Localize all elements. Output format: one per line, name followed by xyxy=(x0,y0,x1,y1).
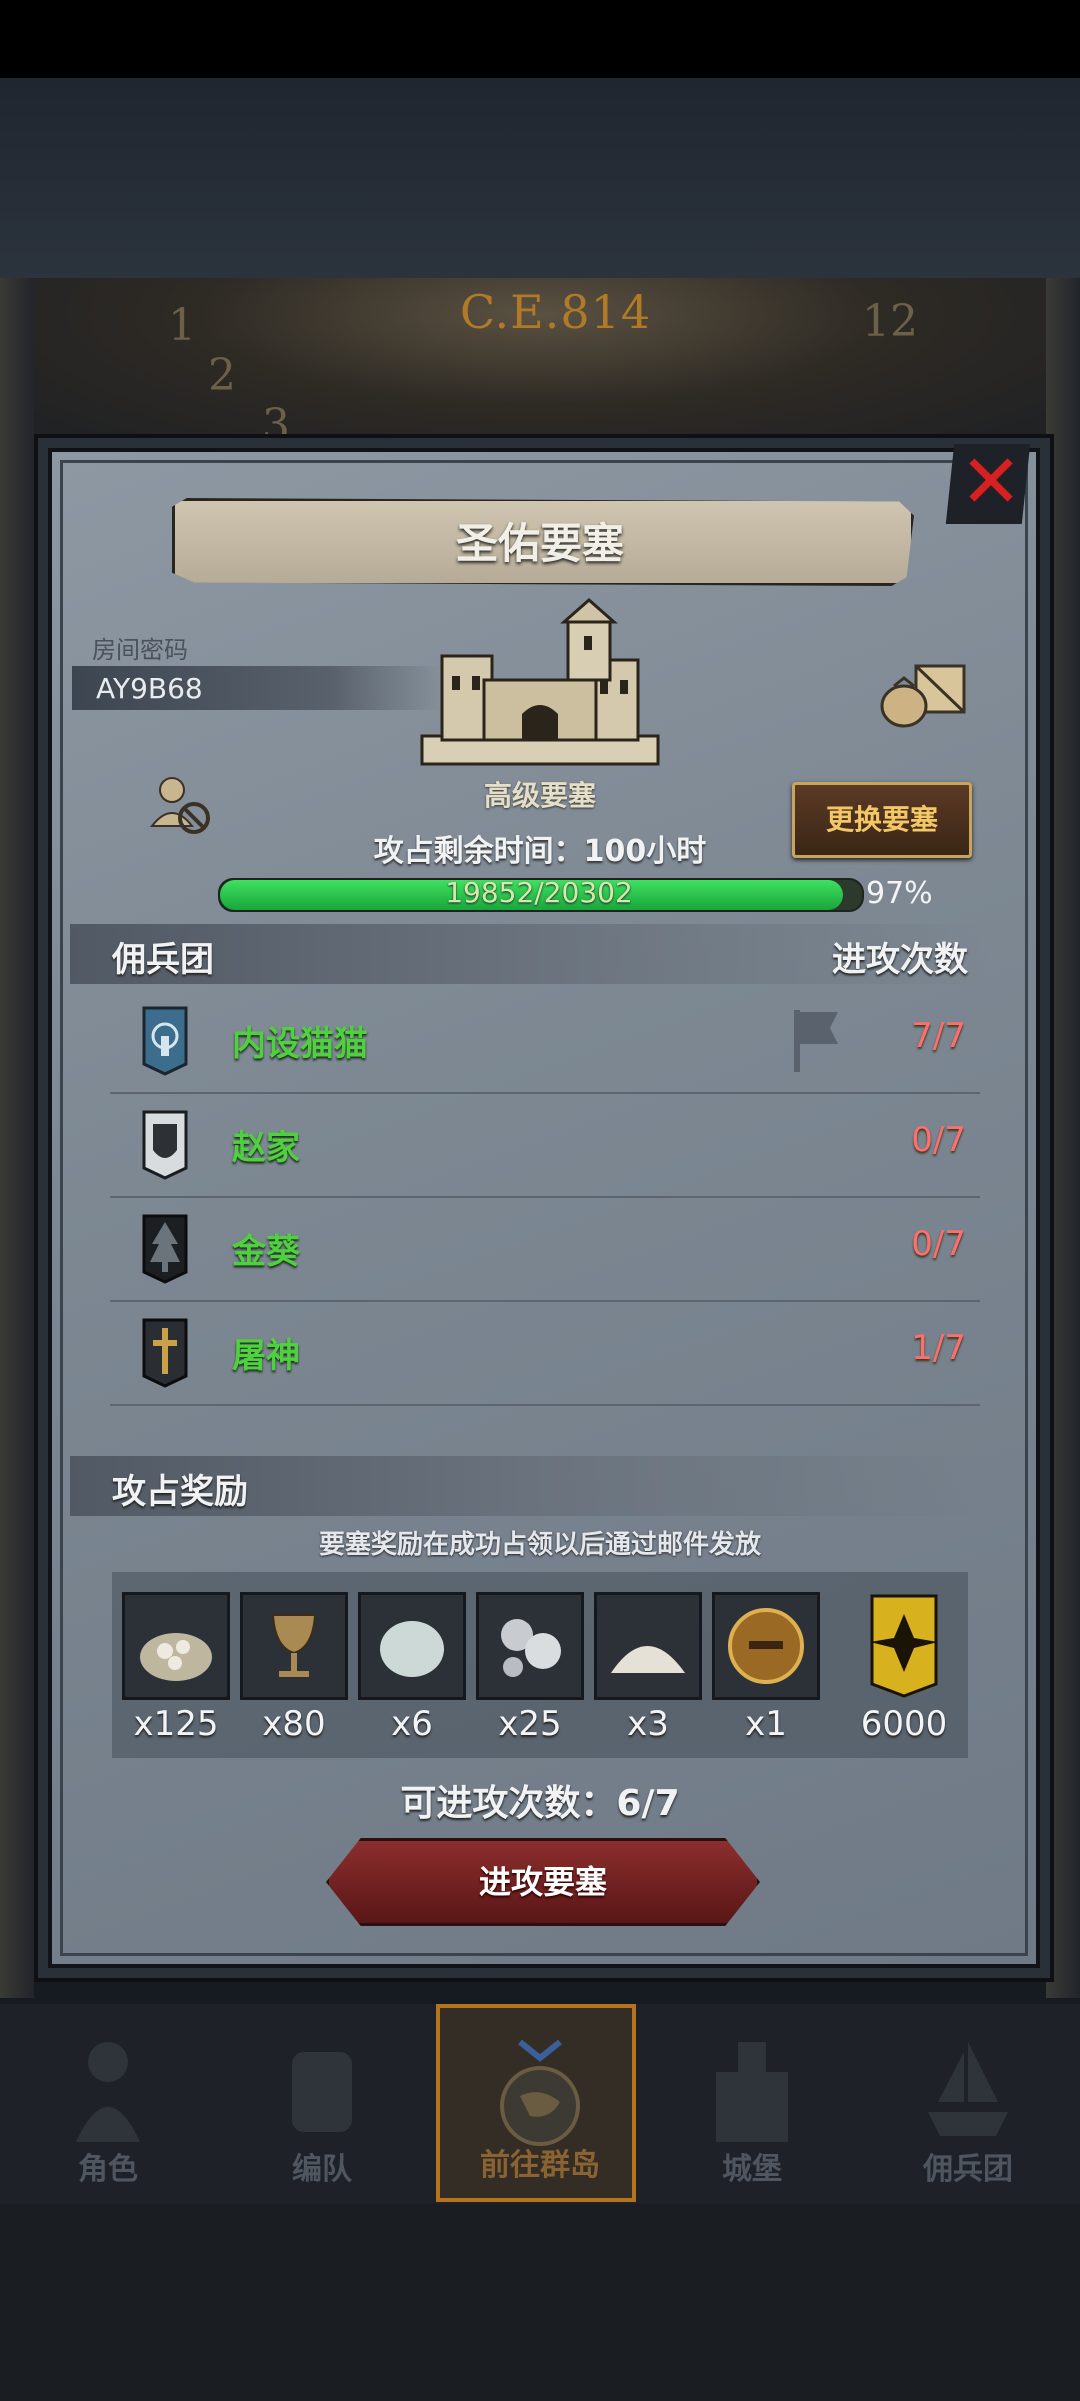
dialog-title: 圣佑要塞 xyxy=(455,519,624,568)
reward-quantity: x3 xyxy=(627,1704,669,1744)
reward-note: 要塞奖励在成功占领以后通过邮件发放 xyxy=(318,1530,761,1560)
guild-row[interactable]: 内设猫猫 7/7 xyxy=(110,988,980,1094)
reward-quantity: x25 xyxy=(498,1704,562,1744)
background-band xyxy=(0,78,1080,278)
remaining-time: 攻占剩余时间：100小时 xyxy=(373,834,707,869)
reward-item[interactable] xyxy=(712,1592,820,1700)
guild-name: 金葵 xyxy=(232,1232,300,1272)
clock-number: 3 xyxy=(262,400,290,451)
nav-label: 角色 xyxy=(78,2152,138,2187)
guild-name: 赵家 xyxy=(232,1128,300,1168)
reward-item[interactable] xyxy=(122,1592,230,1700)
salt-pile-icon xyxy=(611,1646,685,1673)
room-code-value[interactable]: AY9B68 xyxy=(96,672,203,705)
guild-attack-count: 7/7 xyxy=(911,1016,966,1056)
background-side-right xyxy=(1046,278,1080,1998)
fortress-castle-icon xyxy=(420,598,660,766)
bottom-background xyxy=(0,2204,1080,2401)
white-shield-icon xyxy=(142,1110,188,1180)
attack-count-header: 进攻次数 xyxy=(832,940,968,980)
nav-tab-character[interactable]: 角色 xyxy=(8,2004,208,2202)
formation-icon xyxy=(292,2052,352,2132)
guild-emblem-icon xyxy=(870,1594,938,1698)
blue-banner-icon xyxy=(142,1006,188,1076)
silver-orbs-icon xyxy=(501,1619,561,1677)
clock-number: 12 xyxy=(862,296,918,347)
nav-label: 城堡 xyxy=(722,2152,782,2187)
fortress-grade: 高级要塞 xyxy=(483,779,596,812)
reward-quantity: x6 xyxy=(391,1704,433,1744)
guild-row[interactable]: 金葵 0/7 xyxy=(110,1196,980,1302)
reward-quantity: x1 xyxy=(745,1704,787,1744)
guild-name: 屠神 xyxy=(232,1336,300,1376)
nav-tab-islands[interactable]: 前往群岛 xyxy=(436,2004,636,2202)
reward-quantity: x125 xyxy=(133,1704,219,1744)
fortress-hp-text: 19852/20302 xyxy=(445,876,633,909)
rewards-header: 攻占奖励 xyxy=(112,1472,248,1512)
guild-row[interactable]: 赵家 0/7 xyxy=(110,1092,980,1198)
castle-icon xyxy=(716,2042,788,2142)
ship-icon xyxy=(928,2042,1008,2136)
reward-item[interactable] xyxy=(358,1592,466,1700)
tree-banner-icon xyxy=(142,1214,188,1284)
sword-banner-icon xyxy=(142,1318,188,1388)
globe-icon xyxy=(500,2039,580,2146)
change-fortress-button[interactable]: 更换要塞 xyxy=(792,782,972,858)
attack-fortress-label: 进攻要塞 xyxy=(478,1863,607,1901)
guild-attack-count: 1/7 xyxy=(911,1328,966,1368)
room-code-label: 房间密码 xyxy=(92,636,188,664)
nav-tab-formation[interactable]: 编队 xyxy=(222,2004,422,2202)
reward-item[interactable] xyxy=(850,1592,958,1700)
status-bar-area xyxy=(0,0,1080,78)
era-label: C.E.814 xyxy=(460,285,652,339)
nav-label: 编队 xyxy=(292,2152,352,2187)
reward-quantity: x80 xyxy=(262,1704,326,1744)
golden-helmet-icon xyxy=(728,1608,804,1684)
guild-name: 内设猫猫 xyxy=(232,1024,368,1064)
nav-tab-castle[interactable]: 城堡 xyxy=(652,2004,852,2202)
reward-item[interactable] xyxy=(594,1592,702,1700)
nav-tab-mercenary[interactable]: 佣兵团 xyxy=(868,2004,1068,2202)
knight-icon xyxy=(76,2042,140,2142)
flag-icon xyxy=(794,1010,838,1072)
nav-label: 前往群岛 xyxy=(480,2148,600,2183)
guild-attack-count: 0/7 xyxy=(911,1224,966,1264)
nav-label: 佣兵团 xyxy=(923,2152,1013,2187)
ore-sack-icon xyxy=(140,1633,212,1681)
guild-row[interactable]: 屠神 1/7 xyxy=(110,1300,980,1406)
close-icon[interactable]: ✕ xyxy=(958,445,1024,519)
clock-number: 1 xyxy=(168,300,196,351)
person-blocked-icon[interactable] xyxy=(146,770,216,840)
fortress-hp-percent: 97% xyxy=(866,876,933,911)
clock-number: 2 xyxy=(208,350,236,401)
reward-item[interactable] xyxy=(476,1592,584,1700)
reward-item[interactable] xyxy=(240,1592,348,1700)
attack-remaining: 可进攻次数：6/7 xyxy=(400,1783,680,1824)
reward-quantity: 6000 xyxy=(860,1704,948,1744)
background-side-left xyxy=(0,278,34,1998)
attack-fortress-button[interactable]: 进攻要塞 xyxy=(326,1838,760,1926)
mercenary-header: 佣兵团 xyxy=(112,940,214,980)
stone-egg-icon xyxy=(380,1621,444,1677)
change-fortress-label: 更换要塞 xyxy=(825,803,938,836)
guild-attack-count: 0/7 xyxy=(911,1120,966,1160)
loot-bag-crate-icon[interactable] xyxy=(876,660,968,730)
goblet-icon xyxy=(271,1614,317,1677)
